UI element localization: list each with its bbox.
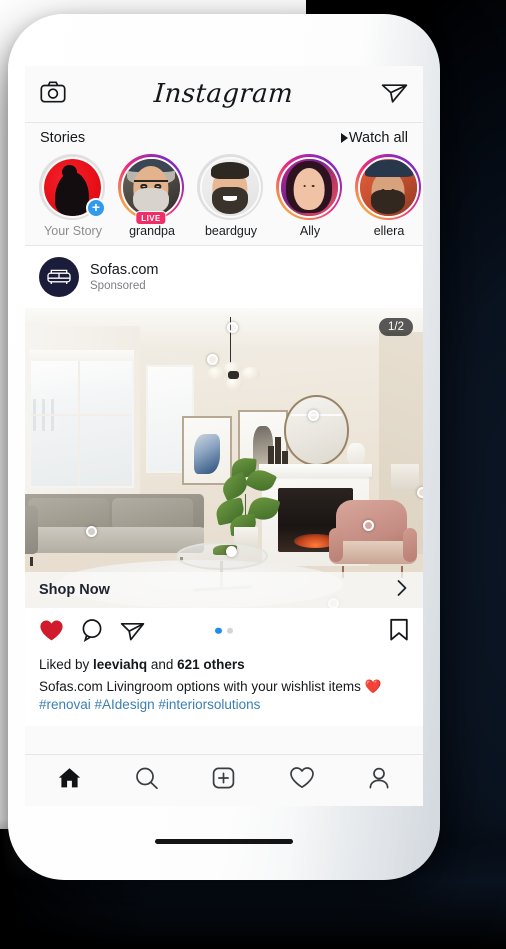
person-icon[interactable] <box>367 766 391 795</box>
livingroom-illustration <box>25 308 423 608</box>
camera-icon[interactable] <box>40 80 66 108</box>
story-label-beardguy: beardguy <box>204 224 258 238</box>
phone-screen: Instagram Stories Watch all + Your Story… <box>25 66 423 806</box>
story-ring-your-story: + <box>39 154 106 220</box>
caption-emoji: ❤️ <box>364 679 382 694</box>
story-avatar-ellera <box>357 156 419 218</box>
comment-icon[interactable] <box>80 618 104 647</box>
stories-row[interactable]: + Your Story LIVE grandpa beardguy Ally … <box>25 148 423 246</box>
product-tag-wall-art[interactable] <box>207 353 219 365</box>
add-story-plus-badge[interactable]: + <box>86 198 106 218</box>
carousel-dots <box>215 627 233 634</box>
stories-header: Stories Watch all <box>25 123 423 148</box>
product-tag-coffee-table[interactable] <box>226 545 238 557</box>
home-indicator <box>155 839 293 844</box>
caption-account-name[interactable]: Sofas.com <box>39 679 103 694</box>
shop-now-label: Shop Now <box>39 582 110 598</box>
avatar[interactable] <box>39 257 79 297</box>
live-badge-grandpa: LIVE <box>135 211 167 225</box>
story-item-beardguy[interactable]: beardguy <box>197 154 265 238</box>
product-tag-side-table[interactable] <box>417 486 423 498</box>
likes-count[interactable]: 621 others <box>177 657 245 672</box>
story-label-ellera: ellera <box>373 224 405 238</box>
story-label-grandpa: grandpa <box>129 224 175 238</box>
paper-plane-icon[interactable] <box>381 79 408 109</box>
post-account-name[interactable]: Sofas.com <box>90 262 159 279</box>
story-avatar-beardguy <box>199 156 261 218</box>
shop-now-cta[interactable]: Shop Now <box>25 572 423 608</box>
instagram-logo: Instagram <box>152 79 295 109</box>
wall-art-left <box>182 416 232 485</box>
story-avatar-grandpa <box>120 156 182 218</box>
story-label-your-story: Your Story <box>44 224 102 238</box>
story-item-ellera[interactable]: ellera <box>355 154 423 238</box>
likes-user[interactable]: leeviahq <box>93 657 147 672</box>
phone-frame: Instagram Stories Watch all + Your Story… <box>8 14 440 880</box>
likes-prefix: Liked by <box>39 657 94 672</box>
story-ring-grandpa: LIVE <box>118 154 184 225</box>
caption-text: Livingroom options with your wishlist it… <box>102 679 365 694</box>
pendant-light <box>208 362 260 395</box>
paper-plane-icon[interactable] <box>120 618 145 647</box>
beardguy-portrait <box>201 158 259 216</box>
post-image[interactable]: 1/2 Shop Now <box>25 308 423 608</box>
post-account-info: Sofas.com Sponsored <box>90 262 159 292</box>
home-filled-icon[interactable] <box>57 766 82 795</box>
story-label-ally: Ally <box>299 224 321 238</box>
story-item-grandpa[interactable]: LIVE grandpa <box>118 154 186 238</box>
stories-title: Stories <box>40 130 86 146</box>
carousel-counter: 1/2 <box>379 318 413 336</box>
chevron-right-icon[interactable] <box>395 578 409 603</box>
ellera-portrait <box>359 158 417 216</box>
likes-middle: and <box>147 657 178 672</box>
post-header: Sofas.com Sponsored <box>25 246 423 308</box>
grandpa-portrait <box>122 158 180 216</box>
heart-outline-icon[interactable] <box>289 766 315 795</box>
bookmark-icon[interactable] <box>389 618 409 647</box>
post-actions <box>25 608 423 653</box>
round-mirror <box>283 395 350 466</box>
story-avatar-ally <box>278 156 340 218</box>
post-sponsored-label: Sponsored <box>90 280 146 293</box>
story-item-your-story[interactable]: + Your Story <box>39 154 107 238</box>
feed-post: Sofas.com Sponsored 1/2 Shop Now Liked b… <box>25 246 423 727</box>
product-tag-pendant-light[interactable] <box>227 321 239 333</box>
story-item-ally[interactable]: Ally <box>276 154 344 238</box>
bottom-navigation <box>25 754 423 806</box>
play-triangle-icon <box>340 133 348 143</box>
watch-all-label: Watch all <box>348 130 408 146</box>
carousel-dot-2[interactable] <box>226 627 233 634</box>
ally-portrait <box>280 158 338 216</box>
carousel-dot-1[interactable] <box>215 627 222 634</box>
app-header: Instagram <box>25 66 423 123</box>
search-icon[interactable] <box>134 766 159 795</box>
armchair <box>329 500 418 578</box>
watch-all-button[interactable]: Watch all <box>340 130 408 146</box>
product-tag-armchair[interactable] <box>363 519 375 531</box>
caption-hashtags[interactable]: #renovai #AIdesign #interiorsolutions <box>39 697 260 712</box>
silhouette-shape <box>54 165 90 216</box>
post-caption: Sofas.com Livingroom options with your w… <box>25 672 423 726</box>
story-ring-beardguy <box>197 154 263 220</box>
plus-box-icon[interactable] <box>211 766 236 795</box>
story-ring-ally <box>276 154 342 220</box>
likes-summary: Liked by leeviahq and 621 others <box>25 653 423 672</box>
heart-filled-icon[interactable] <box>39 619 64 647</box>
story-ring-ellera <box>355 154 421 220</box>
